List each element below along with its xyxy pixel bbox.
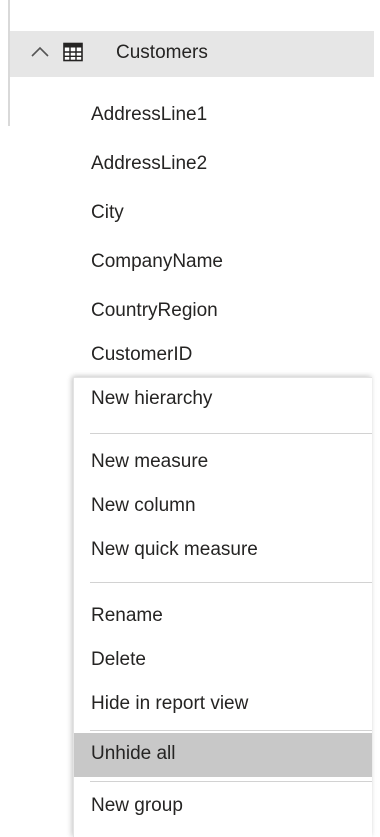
field-item[interactable]: CompanyName [91, 251, 223, 273]
menu-item-label: New column [91, 495, 196, 516]
menu-item-label: New group [91, 795, 183, 816]
menu-item-rename[interactable]: Rename [74, 595, 372, 639]
table-name: Customers [116, 42, 208, 63]
context-menu: New hierarchy New measure New column New… [73, 377, 372, 837]
chevron-up-icon[interactable] [29, 41, 51, 63]
field-item[interactable]: AddressLine2 [91, 153, 207, 175]
menu-item-unhide-all[interactable]: Unhide all [74, 733, 372, 777]
menu-item-label: New quick measure [91, 539, 258, 560]
field-item[interactable]: CustomerID [91, 344, 192, 366]
menu-item-label: New hierarchy [91, 388, 213, 409]
menu-item-new-group[interactable]: New group [74, 785, 372, 829]
menu-separator [90, 781, 372, 782]
table-header-customers[interactable]: Customers [10, 31, 374, 77]
menu-item-label: Unhide all [91, 743, 176, 764]
menu-separator [90, 730, 372, 731]
menu-item-hide-in-report-view[interactable]: Hide in report view [74, 683, 372, 727]
menu-item-label: Delete [91, 649, 146, 670]
menu-item-new-measure[interactable]: New measure [74, 441, 372, 485]
field-item[interactable]: City [91, 202, 124, 224]
menu-item-new-quick-measure[interactable]: New quick measure [74, 529, 372, 573]
field-item[interactable]: CountryRegion [91, 300, 218, 322]
table-grid-icon [63, 42, 83, 62]
menu-item-new-column[interactable]: New column [74, 485, 372, 529]
menu-item-new-hierarchy[interactable]: New hierarchy [74, 378, 372, 422]
field-item[interactable]: AddressLine1 [91, 104, 207, 126]
menu-separator [90, 582, 372, 583]
fields-pane: Customers AddressLine1 AddressLine2 City… [0, 0, 380, 837]
menu-item-label: Rename [91, 605, 163, 626]
menu-item-delete[interactable]: Delete [74, 639, 372, 683]
menu-item-label: Hide in report view [91, 693, 249, 714]
menu-item-label: New measure [91, 451, 209, 472]
menu-separator [90, 433, 372, 434]
